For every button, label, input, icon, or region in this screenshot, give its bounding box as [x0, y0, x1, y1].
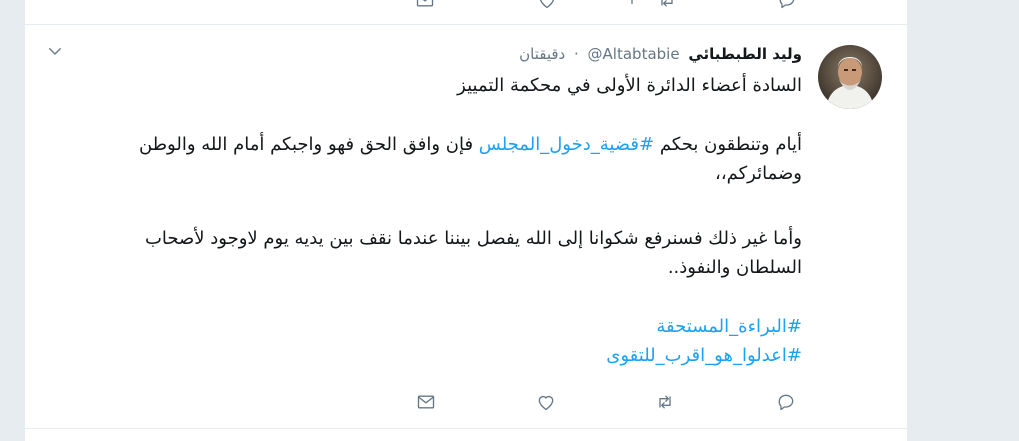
heart-icon[interactable]: [535, 0, 559, 12]
text-segment: فإن وافق الحق فهو واجبكم أمام الله والوط…: [139, 134, 479, 155]
tweet-timestamp[interactable]: دقيقتان: [519, 45, 565, 63]
text-segment: أيام وتنطقون بحكم: [654, 134, 802, 155]
avatar-photo: [818, 45, 882, 109]
divider-bottom: [25, 428, 907, 429]
envelope-icon[interactable]: [414, 390, 438, 414]
reply-bubble-icon[interactable]: [775, 0, 799, 12]
previous-tweet-actions: [25, 0, 907, 12]
avatar[interactable]: [818, 45, 882, 109]
tweet-hashtag-line: #اعدلوا_هو_اقرب_للتقوى: [42, 343, 802, 368]
hashtag-link[interactable]: #البراءة_المستحقة: [656, 316, 802, 337]
chevron-down-icon[interactable]: [46, 42, 68, 64]
tweet-hashtag-line: #البراءة_المستحقة: [42, 314, 802, 339]
separator-dot: ·: [573, 45, 579, 63]
tweet-text-line: وأما غير ذلك فسنرفع شكوانا إلى الله يفصل…: [144, 228, 802, 249]
tweet-text-line: السلطان والنفوذ..: [667, 257, 802, 278]
hashtag-link[interactable]: #قضية_دخول_المجلس: [479, 134, 654, 155]
retweet-icon[interactable]: [655, 0, 679, 12]
tweet-text-line: السادة أعضاء الدائرة الأولى في محكمة الت…: [457, 75, 802, 96]
tweet-header: وليد الطبطبائي @Altabtabie · دقيقتان: [519, 43, 802, 65]
timeline-card: وليد الطبطبائي @Altabtabie · دقيقتان الس…: [25, 0, 907, 441]
divider-top: [25, 24, 907, 25]
count-marker: [620, 0, 644, 12]
user-handle[interactable]: @Altabtabie: [588, 45, 680, 63]
retweet-icon[interactable]: [653, 390, 677, 414]
envelope-icon[interactable]: [413, 0, 437, 12]
tweet-text-line: أيام وتنطقون بحكم #قضية_دخول_المجلس فإن …: [42, 132, 802, 157]
tweet-text-line: وضمائركم،،: [715, 163, 802, 184]
display-name[interactable]: وليد الطبطبائي: [688, 45, 802, 63]
hashtag-link[interactable]: #اعدلوا_هو_اقرب_للتقوى: [606, 345, 802, 366]
heart-icon[interactable]: [534, 390, 558, 414]
reply-bubble-icon[interactable]: [774, 390, 798, 414]
